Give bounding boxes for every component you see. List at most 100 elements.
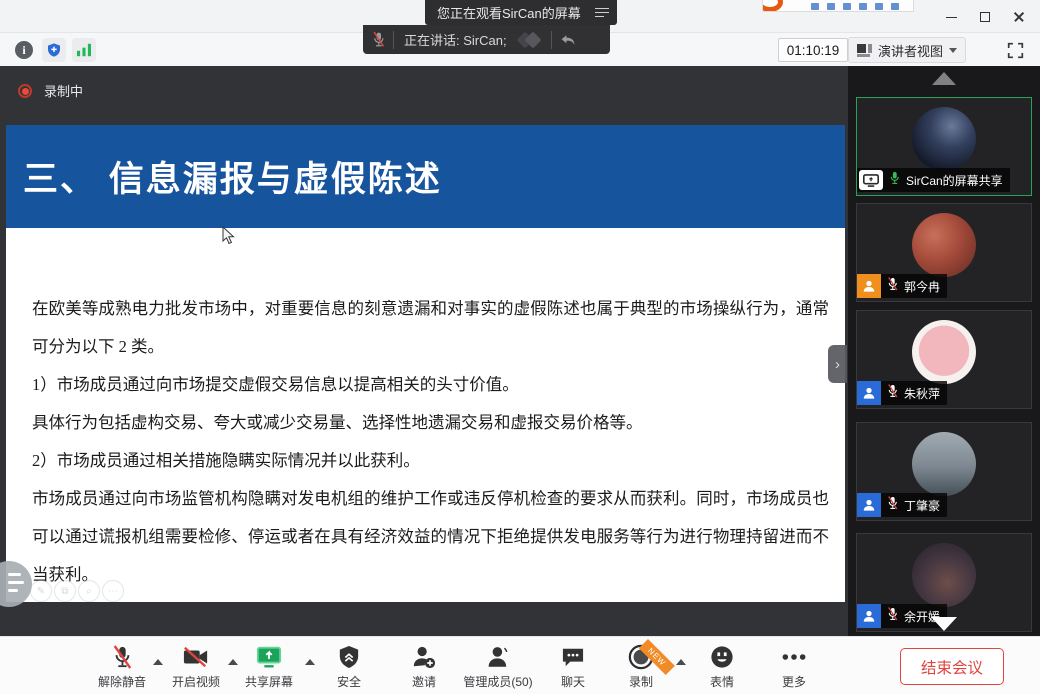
sidebar-collapse-handle[interactable]: › — [828, 345, 847, 383]
more-button[interactable]: 更多 — [781, 644, 807, 690]
camera-off-icon — [183, 644, 209, 670]
maximize-button[interactable] — [970, 6, 1000, 28]
start-video-button[interactable]: 开启视频 — [172, 644, 220, 690]
office-logo-icon — [762, 0, 783, 12]
security-button[interactable]: 安全 — [337, 644, 361, 690]
window-controls — [936, 6, 1034, 28]
mic-options-chevron[interactable] — [153, 659, 163, 665]
avatar — [912, 213, 976, 277]
view-mode-dropdown[interactable]: 演讲者视图 — [848, 37, 966, 63]
share-screen-button[interactable]: 共享屏幕 — [245, 644, 293, 690]
participant-tile[interactable]: 朱秋萍 — [856, 310, 1032, 409]
office-tool-icon — [811, 3, 819, 10]
shield-icon — [338, 644, 360, 670]
recording-dot-icon — [18, 84, 32, 98]
slide-paragraph: 在欧美等成熟电力批发市场中，对重要信息的刻意遗漏和对事实的虚假陈述也属于典型的市… — [32, 290, 829, 366]
more-dots-icon — [781, 644, 807, 670]
participant-tile[interactable]: 郭今冉 — [856, 203, 1032, 302]
participant-label: 郭今冉 — [857, 274, 947, 298]
manage-members-button[interactable]: 管理成员(50) — [463, 644, 532, 690]
share-options-chevron[interactable] — [305, 659, 315, 665]
avatar — [912, 320, 976, 384]
slide-paragraph: 具体行为包括虚构交易、夸大或减少交易量、选择性地遗漏交易和虚报交易价格等。 — [32, 404, 829, 442]
participant-label: 朱秋萍 — [857, 381, 947, 405]
meeting-timer: 01:10:19 — [778, 38, 848, 62]
avatar — [912, 432, 976, 496]
maximize-icon — [980, 12, 990, 22]
person-add-icon — [412, 644, 436, 670]
mic-muted-icon — [886, 383, 899, 404]
menu-icon[interactable] — [595, 8, 609, 18]
meeting-toolbar: 解除静音 开启视频 共享屏幕 安全 邀请 — [0, 636, 1040, 694]
chat-button[interactable]: 聊天 — [561, 644, 585, 690]
record-options-chevron[interactable] — [676, 659, 686, 665]
chat-label: 聊天 — [561, 673, 585, 690]
shield-protect-icon[interactable] — [42, 38, 66, 62]
copy-tool-icon[interactable]: ⧉ — [54, 580, 76, 602]
meeting-window: 您正在观看SirCan的屏幕 正在讲话: SirCan; i 01:10:19 … — [0, 0, 1040, 694]
mic-muted-icon — [886, 606, 899, 627]
more-tools-icon[interactable]: ⋯ — [102, 580, 124, 602]
shared-screen-stage: 录制中 三、 信息漏报与虚假陈述 在欧美等成熟电力批发市场中，对重要信息的刻意遗… — [0, 66, 848, 636]
person-badge-icon — [857, 604, 881, 628]
participants-sidebar: SirCan的屏幕共享 郭今冉 — [848, 66, 1040, 636]
mic-on-icon — [888, 170, 901, 191]
close-icon — [1013, 11, 1025, 23]
participant-name: SirCan的屏幕共享 — [906, 172, 1003, 189]
minimize-button[interactable] — [936, 6, 966, 28]
slide-paragraph: 1）市场成员通过向市场提交虚假交易信息以提高相关的头寸价值。 — [32, 366, 829, 404]
watching-screen-text: 您正在观看SirCan的屏幕 — [437, 3, 587, 22]
person-icon — [486, 644, 510, 670]
video-options-chevron[interactable] — [228, 659, 238, 665]
scroll-down-arrow[interactable] — [931, 617, 957, 631]
invite-label: 邀请 — [412, 673, 436, 690]
invite-button[interactable]: 邀请 — [412, 644, 436, 690]
network-signal-icon[interactable] — [72, 38, 96, 62]
mic-muted-icon — [886, 495, 899, 516]
fullscreen-button[interactable] — [1002, 38, 1028, 62]
screen-share-icon — [859, 170, 883, 190]
slide-title-banner: 三、 信息漏报与虚假陈述 — [6, 125, 845, 228]
participant-tile-sharing[interactable]: SirCan的屏幕共享 — [856, 97, 1032, 196]
participant-name: 丁肇豪 — [904, 497, 940, 514]
person-badge-icon — [857, 381, 881, 405]
participant-label: 丁肇豪 — [857, 493, 947, 517]
person-badge-icon — [857, 274, 881, 298]
office-tool-icon — [843, 3, 851, 10]
person-badge-icon — [857, 493, 881, 517]
office-tool-icon — [859, 3, 867, 10]
reply-arrow-icon[interactable] — [552, 33, 584, 47]
office-tool-icon — [827, 3, 835, 10]
manage-members-label: 管理成员(50) — [463, 673, 532, 690]
meeting-info-icon[interactable]: i — [12, 38, 36, 62]
security-label: 安全 — [337, 673, 361, 690]
end-meeting-button[interactable]: 结束会议 — [900, 648, 1004, 685]
mic-muted-icon — [363, 31, 393, 48]
slide-title: 三、 信息漏报与虚假陈述 — [6, 151, 442, 202]
presentation-slide: 三、 信息漏报与虚假陈述 在欧美等成熟电力批发市场中，对重要信息的刻意遗漏和对事… — [6, 125, 845, 602]
background-office-toolbar — [762, 0, 914, 12]
close-button[interactable] — [1004, 6, 1034, 28]
watching-screen-banner[interactable]: 您正在观看SirCan的屏幕 — [425, 0, 617, 25]
office-tool-icon — [875, 3, 883, 10]
participant-label: SirCan的屏幕共享 — [857, 168, 1010, 192]
mouse-cursor — [222, 226, 235, 245]
mic-muted-icon — [111, 644, 133, 670]
speaking-banner: 正在讲话: SirCan; — [363, 25, 610, 54]
minimize-icon — [946, 17, 957, 18]
participant-tile[interactable]: 丁肇豪 — [856, 422, 1032, 521]
participant-name: 朱秋萍 — [904, 385, 940, 402]
avatar — [912, 543, 976, 607]
participant-name: 郭今冉 — [904, 278, 940, 295]
unmute-button[interactable]: 解除静音 — [98, 644, 146, 690]
zoom-tool-icon[interactable]: ⌕ — [78, 580, 100, 602]
pen-tool-icon[interactable]: ✎ — [30, 580, 52, 602]
meeting-main-area: 录制中 三、 信息漏报与虚假陈述 在欧美等成熟电力批发市场中，对重要信息的刻意遗… — [0, 66, 1040, 636]
scroll-up-arrow[interactable] — [932, 72, 956, 85]
avatar — [912, 107, 976, 171]
chevron-down-icon — [949, 48, 957, 53]
smiley-icon — [710, 644, 734, 670]
chat-bubble-icon — [561, 644, 585, 670]
recording-label: 录制中 — [44, 81, 83, 100]
reactions-button[interactable]: 表情 — [710, 644, 734, 690]
